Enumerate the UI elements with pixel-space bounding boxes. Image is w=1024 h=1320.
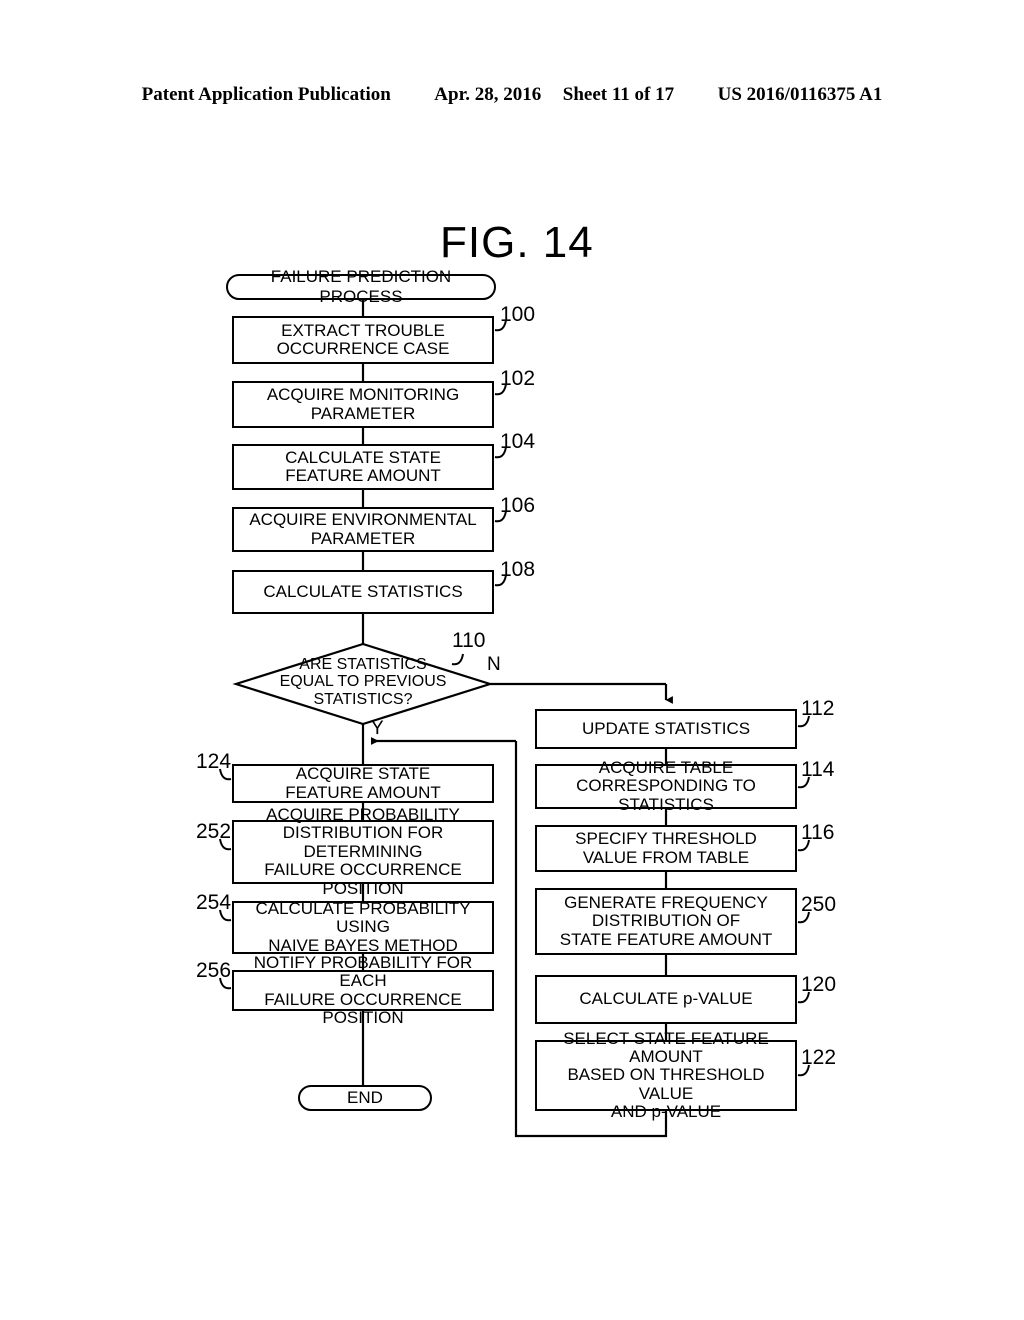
ref-numeral-120: 120 bbox=[801, 973, 837, 996]
process-box-100[interactable]: EXTRACT TROUBLE OCCURRENCE CASE bbox=[232, 316, 494, 364]
process-box-124[interactable]: ACQUIRE STATE FEATURE AMOUNT bbox=[232, 764, 494, 803]
ref-numeral-100: 100 bbox=[500, 303, 536, 326]
process-box-106-label: ACQUIRE ENVIRONMENTAL PARAMETER bbox=[249, 510, 477, 548]
ref-numeral-114: 114 bbox=[801, 758, 835, 781]
process-box-108-label: CALCULATE STATISTICS bbox=[263, 581, 463, 601]
process-box-256[interactable]: NOTIFY PROBABILITY FOR EACH FAILURE OCCU… bbox=[232, 953, 494, 1027]
ref-numeral-104: 104 bbox=[500, 430, 536, 453]
end-terminator-label: END bbox=[347, 1088, 383, 1107]
ref-numeral-116: 116 bbox=[801, 821, 835, 844]
process-box-122-label: SELECT STATE FEATURE AMOUNT BASED ON THR… bbox=[563, 1028, 769, 1122]
process-box-112-label: UPDATE STATISTICS bbox=[581, 718, 751, 738]
ref-numeral-102: 102 bbox=[500, 367, 536, 390]
process-box-102-label: ACQUIRE MONITORING PARAMETER bbox=[266, 385, 460, 423]
flowchart-figure: FIG. 14 FAILURE PREDICTION PROCESS EXTRA… bbox=[0, 0, 1024, 1320]
process-box-252[interactable]: ACQUIRE PROBABILITY DISTRIBUTION FOR DET… bbox=[232, 805, 494, 897]
process-box-100-label: EXTRACT TROUBLE OCCURRENCE CASE bbox=[276, 320, 450, 358]
figure-title: FIG. 14 bbox=[440, 218, 594, 267]
process-box-102[interactable]: ACQUIRE MONITORING PARAMETER bbox=[232, 381, 494, 428]
decision-box-110-label: ARE STATISTICS EQUAL TO PREVIOUS STATIST… bbox=[279, 656, 447, 708]
process-box-256-label: NOTIFY PROBABILITY FOR EACH FAILURE OCCU… bbox=[253, 952, 473, 1027]
ref-numeral-256: 256 bbox=[196, 959, 232, 982]
process-box-124-label: ACQUIRE STATE FEATURE AMOUNT bbox=[285, 764, 441, 802]
process-box-254-label: CALCULATE PROBABILITY USING NAIVE BAYES … bbox=[255, 898, 471, 955]
process-box-252-label: ACQUIRE PROBABILITY DISTRIBUTION FOR DET… bbox=[264, 805, 462, 898]
ref-numeral-110: 110 bbox=[452, 629, 486, 652]
ref-numeral-108: 108 bbox=[500, 558, 536, 581]
flowchart-connectors bbox=[219, 299, 810, 1138]
branch-label-no: N bbox=[487, 654, 501, 675]
process-box-254[interactable]: CALCULATE PROBABILITY USING NAIVE BAYES … bbox=[232, 898, 494, 955]
ref-numeral-254: 254 bbox=[196, 891, 232, 914]
process-box-116-label: SPECIFY THRESHOLD VALUE FROM TABLE bbox=[575, 829, 757, 867]
process-box-120-label: CALCULATE p-VALUE bbox=[579, 989, 753, 1009]
process-box-122[interactable]: SELECT STATE FEATURE AMOUNT BASED ON THR… bbox=[535, 1029, 797, 1121]
ref-numeral-106: 106 bbox=[500, 494, 536, 517]
process-box-104-label: CALCULATE STATE FEATURE AMOUNT bbox=[285, 447, 441, 485]
ref-numeral-250: 250 bbox=[801, 893, 837, 916]
ref-numeral-112: 112 bbox=[801, 697, 835, 720]
process-box-250-label: GENERATE FREQUENCY DISTRIBUTION OF STATE… bbox=[559, 892, 773, 949]
process-box-120[interactable]: CALCULATE p-VALUE bbox=[535, 975, 797, 1024]
process-box-116[interactable]: SPECIFY THRESHOLD VALUE FROM TABLE bbox=[535, 825, 797, 872]
process-box-104[interactable]: CALCULATE STATE FEATURE AMOUNT bbox=[232, 444, 494, 490]
ref-numeral-252: 252 bbox=[196, 820, 232, 843]
ref-numeral-124: 124 bbox=[196, 750, 232, 773]
ref-numeral-122: 122 bbox=[801, 1046, 837, 1069]
process-box-114-label: ACQUIRE TABLE CORRESPONDING TO STATISTIC… bbox=[576, 757, 756, 814]
branch-label-yes: Y bbox=[371, 718, 384, 739]
process-box-108[interactable]: CALCULATE STATISTICS bbox=[232, 570, 494, 614]
process-box-250[interactable]: GENERATE FREQUENCY DISTRIBUTION OF STATE… bbox=[535, 888, 797, 955]
process-box-112[interactable]: UPDATE STATISTICS bbox=[535, 709, 797, 749]
start-terminator[interactable]: FAILURE PREDICTION PROCESS bbox=[226, 267, 496, 306]
process-box-106[interactable]: ACQUIRE ENVIRONMENTAL PARAMETER bbox=[232, 507, 494, 552]
process-box-114[interactable]: ACQUIRE TABLE CORRESPONDING TO STATISTIC… bbox=[535, 758, 797, 813]
start-terminator-label: FAILURE PREDICTION PROCESS bbox=[270, 267, 452, 306]
end-terminator[interactable]: END bbox=[298, 1085, 432, 1111]
